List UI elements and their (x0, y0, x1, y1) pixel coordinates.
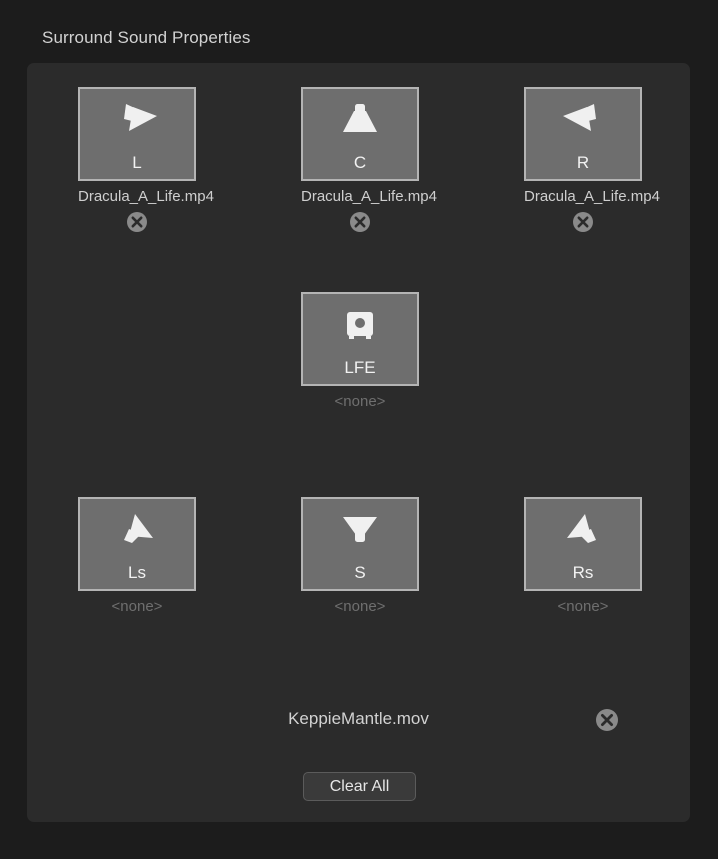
subwoofer-icon (303, 302, 417, 352)
speaker-tile-label-r: R (576, 153, 590, 172)
speaker-slot-filename-l: Dracula_A_Life.mp4 (78, 188, 214, 205)
speaker-tile-lfe[interactable]: LFE (301, 292, 419, 386)
speaker-slot-ls[interactable]: Ls <none> (78, 497, 196, 616)
remove-r-assignment-button[interactable] (572, 211, 594, 233)
remove-c-assignment-button[interactable] (349, 211, 371, 233)
speaker-slot-filename-r: Dracula_A_Life.mp4 (524, 188, 660, 205)
surround-sound-panel: L Dracula_A_Life.mp4 C Dracula_A_Life.mp… (27, 63, 690, 822)
clear-all-button[interactable]: Clear All (303, 772, 416, 801)
surround-sound-properties-title: Surround Sound Properties (42, 28, 251, 47)
speaker-slot-filename-rs: <none> (557, 598, 609, 615)
speaker-tile-r[interactable]: R (524, 87, 642, 181)
speaker-slot-filename-lfe: <none> (334, 393, 386, 410)
speaker-slot-r[interactable]: R Dracula_A_Life.mp4 (524, 87, 660, 238)
speaker-cone-surround-icon (303, 507, 417, 557)
speaker-tile-ls[interactable]: Ls (78, 497, 196, 591)
speaker-cone-left-surround-icon (80, 507, 194, 557)
speaker-tile-label-ls: Ls (128, 563, 146, 582)
source-file-row: KeppieMantle.mov (27, 708, 690, 744)
speaker-cone-right-icon (526, 97, 640, 147)
speaker-slot-l[interactable]: L Dracula_A_Life.mp4 (78, 87, 214, 238)
speaker-tile-label-s: S (354, 563, 366, 582)
speaker-tile-label-rs: Rs (572, 563, 594, 582)
speaker-cone-left-icon (80, 97, 194, 147)
speaker-cone-center-icon (303, 97, 417, 147)
speaker-tile-label-c: C (353, 153, 367, 172)
speaker-slot-filename-s: <none> (334, 598, 386, 615)
speaker-tile-l[interactable]: L (78, 87, 196, 181)
speaker-cone-right-surround-icon (526, 507, 640, 557)
speaker-slot-c[interactable]: C Dracula_A_Life.mp4 (301, 87, 437, 238)
source-filename: KeppieMantle.mov (288, 709, 429, 728)
speaker-slot-filename-c: Dracula_A_Life.mp4 (301, 188, 437, 205)
speaker-slot-rs[interactable]: Rs <none> (524, 497, 642, 616)
remove-source-button[interactable] (595, 708, 619, 732)
speaker-slot-lfe[interactable]: LFE <none> (301, 292, 419, 411)
speaker-tile-label-lfe: LFE (344, 358, 376, 377)
speaker-tile-rs[interactable]: Rs (524, 497, 642, 591)
speaker-tile-label-l: L (132, 153, 142, 172)
speaker-slot-filename-ls: <none> (111, 598, 163, 615)
speaker-slot-s[interactable]: S <none> (301, 497, 419, 616)
speaker-tile-s[interactable]: S (301, 497, 419, 591)
remove-l-assignment-button[interactable] (126, 211, 148, 233)
speaker-tile-c[interactable]: C (301, 87, 419, 181)
